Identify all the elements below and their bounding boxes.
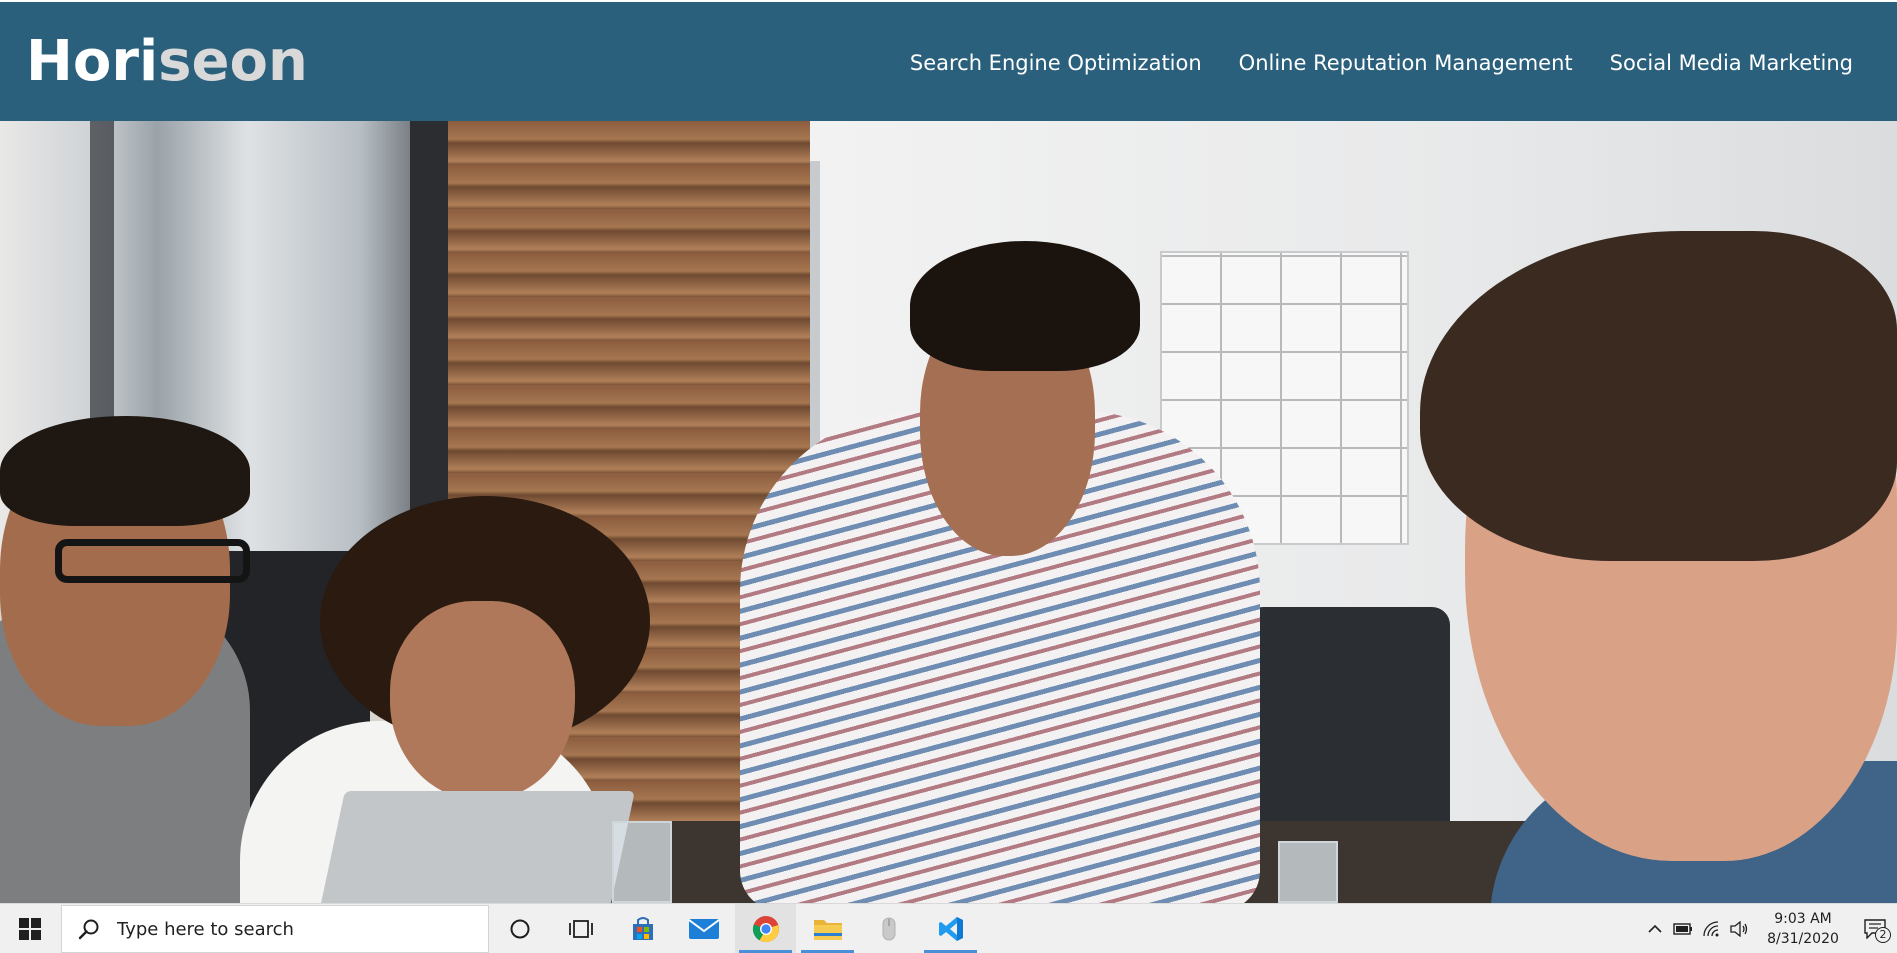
show-hidden-icons-button[interactable] bbox=[1641, 904, 1669, 953]
nav-link-social-media-marketing[interactable]: Social Media Marketing bbox=[1610, 48, 1853, 78]
windows-logo-icon bbox=[19, 917, 41, 940]
site-logo[interactable]: Horiseon bbox=[26, 30, 308, 94]
taskbar-clock[interactable]: 9:03 AM 8/31/2020 bbox=[1753, 909, 1853, 949]
taskbar-app-mail[interactable] bbox=[673, 904, 734, 953]
file-explorer-icon bbox=[813, 919, 842, 940]
nav-link-online-reputation-management[interactable]: Online Reputation Management bbox=[1239, 48, 1573, 78]
hero-water-glass bbox=[1278, 841, 1338, 903]
hero-person-2-face bbox=[390, 601, 575, 801]
chrome-icon bbox=[752, 915, 779, 942]
network-button[interactable] bbox=[1697, 904, 1725, 953]
logo-text-part2: seo bbox=[158, 29, 268, 94]
wifi-icon bbox=[1703, 920, 1719, 936]
hero-water-glass bbox=[612, 821, 672, 903]
main-nav: Search Engine Optimization Online Reputa… bbox=[910, 48, 1853, 78]
nav-link-search-engine-optimization[interactable]: Search Engine Optimization bbox=[910, 48, 1202, 78]
cortana-button[interactable] bbox=[489, 904, 550, 953]
hero-person-1-hair bbox=[0, 416, 250, 526]
hero-laptop bbox=[315, 791, 635, 903]
browser-page: Horiseon Search Engine Optimization Onli… bbox=[0, 0, 1897, 953]
battery-button[interactable] bbox=[1669, 904, 1697, 953]
mail-icon bbox=[687, 918, 720, 939]
taskbar-search-input[interactable] bbox=[115, 917, 479, 941]
microsoft-store-icon bbox=[632, 916, 653, 940]
speaker-icon bbox=[1730, 920, 1748, 937]
volume-button[interactable] bbox=[1725, 904, 1753, 953]
taskbar-app-vscode[interactable] bbox=[920, 904, 981, 953]
task-view-icon bbox=[568, 919, 593, 938]
hero-person-1-glasses bbox=[55, 539, 250, 583]
task-view-button[interactable] bbox=[550, 904, 611, 953]
vscode-icon bbox=[938, 916, 963, 941]
hero-person-3-hair bbox=[910, 241, 1140, 371]
taskbar-app-microsoft-store[interactable] bbox=[612, 904, 673, 953]
chevron-up-icon bbox=[1648, 924, 1662, 933]
search-icon bbox=[77, 917, 101, 941]
notification-count-badge: 2 bbox=[1875, 927, 1891, 943]
system-tray: 9:03 AM 8/31/2020 2 bbox=[1641, 904, 1897, 953]
windows-taskbar: 9:03 AM 8/31/2020 2 bbox=[0, 903, 1897, 953]
clock-time: 9:03 AM bbox=[1774, 910, 1832, 927]
taskbar-app-chrome[interactable] bbox=[735, 904, 796, 953]
battery-icon bbox=[1673, 922, 1692, 935]
logo-text-part3: n bbox=[267, 29, 308, 94]
mouse-app-icon bbox=[882, 917, 895, 940]
cortana-icon bbox=[510, 919, 529, 938]
taskbar-app-file-explorer[interactable] bbox=[797, 904, 858, 953]
clock-date: 8/31/2020 bbox=[1767, 930, 1839, 947]
hero-image bbox=[0, 121, 1897, 903]
logo-text-part1: Hori bbox=[26, 29, 159, 94]
start-button[interactable] bbox=[0, 904, 60, 953]
taskbar-search-box[interactable] bbox=[61, 905, 489, 953]
taskbar-app-mouse[interactable] bbox=[858, 904, 919, 953]
action-center-button[interactable]: 2 bbox=[1853, 904, 1897, 953]
site-header: Horiseon Search Engine Optimization Onli… bbox=[0, 0, 1897, 121]
